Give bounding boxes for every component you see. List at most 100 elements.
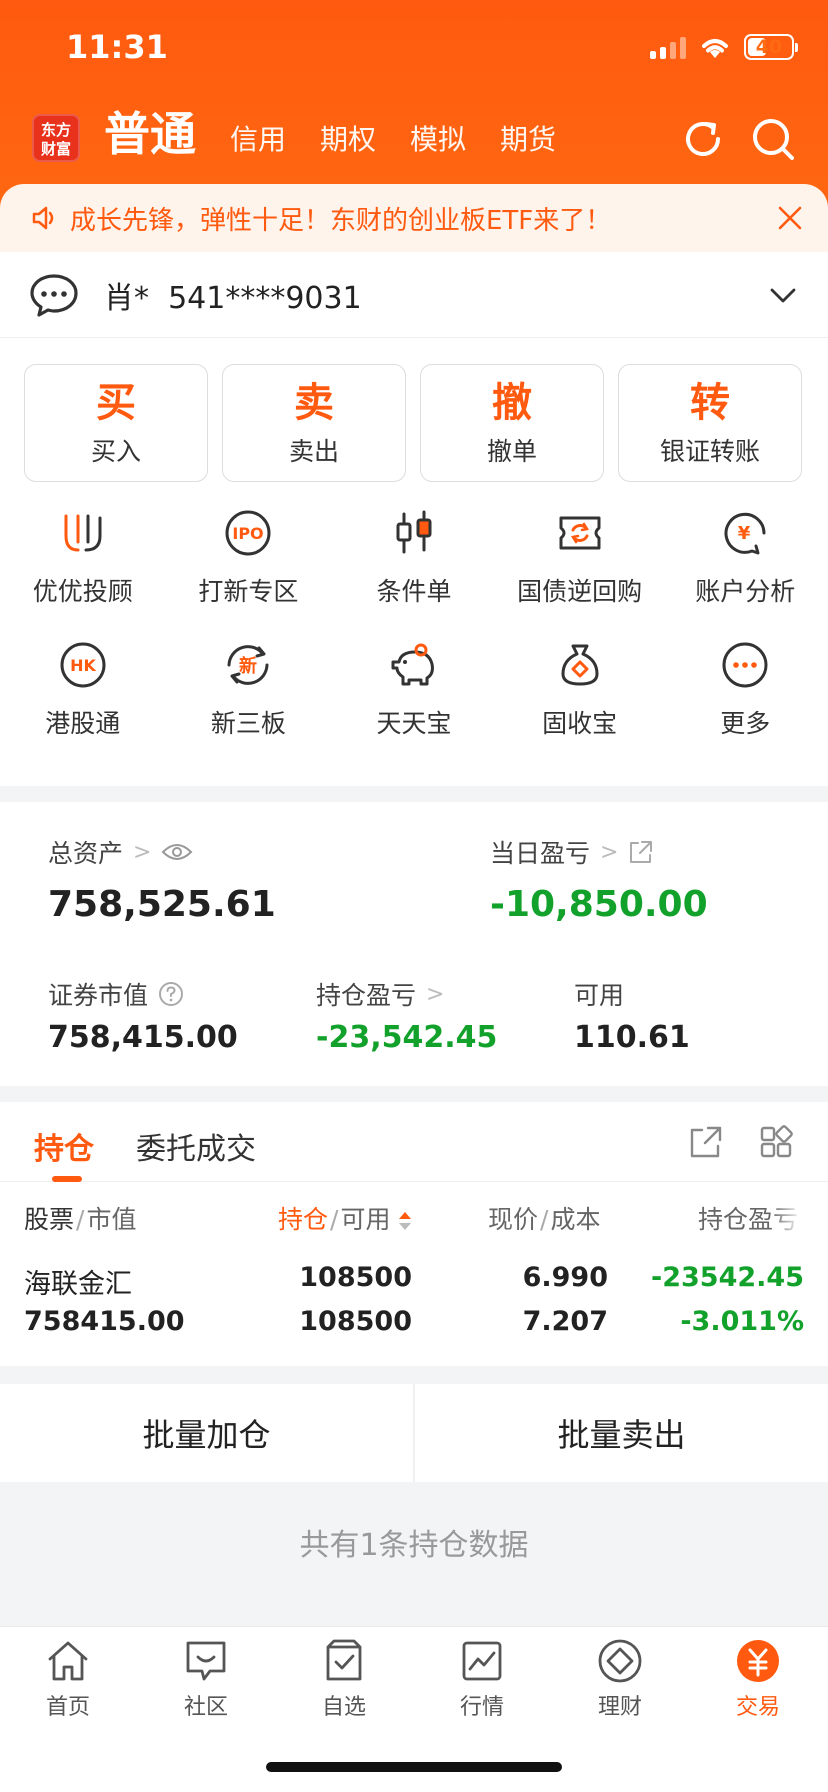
market-value: 758,415.00 [48, 1020, 238, 1055]
batch-sell-button[interactable]: 批量卖出 [415, 1384, 828, 1482]
total-assets-link[interactable]: 总资产 > [48, 834, 193, 870]
hk-icon: HK [60, 642, 106, 688]
grid-view-icon[interactable] [758, 1124, 794, 1160]
feature-grid: 优优投顾 IPO 打新专区 条件单 国债逆回购 ¥ 账户分析 HK 港股通 新 … [0, 506, 828, 740]
mode-tab-normal[interactable]: 普通 [104, 104, 196, 164]
cancel-char: 撤 [492, 380, 532, 426]
chat-bubble-icon [30, 273, 78, 317]
home-indicator[interactable] [266, 1762, 562, 1772]
home-icon [48, 1641, 88, 1681]
community-icon [186, 1641, 226, 1681]
feature-label: 固收宝 [542, 709, 618, 738]
buy-label: 买入 [90, 437, 141, 466]
close-icon[interactable] [774, 202, 806, 234]
feature-label: 新三板 [210, 709, 286, 738]
tab-orders[interactable]: 委托成交 [136, 1124, 256, 1168]
daily-pl-link[interactable]: 当日盈亏 > [490, 834, 654, 870]
active-tab-indicator [52, 1176, 82, 1182]
trade-icon [737, 1640, 779, 1682]
ipo-icon: IPO [225, 510, 271, 556]
feature-label: 优优投顾 [32, 577, 133, 606]
col-header-stock: 股票/市值 [24, 1205, 137, 1234]
share-icon[interactable] [628, 839, 654, 865]
market-icon [462, 1641, 502, 1681]
available-label-group: 可用 [574, 976, 624, 1012]
nav-trade[interactable]: 交易 [708, 1637, 808, 1721]
total-assets-value: 758,525.61 [48, 884, 276, 925]
feature-hk-connect[interactable]: HK 港股通 [0, 638, 166, 740]
nav-community[interactable]: 社区 [156, 1637, 256, 1721]
account-mode-tabs: 普通 信用 期权 模拟 期货 [104, 104, 556, 164]
cancel-order-button[interactable]: 撤 撤单 [420, 364, 604, 482]
export-icon[interactable] [688, 1124, 724, 1160]
stock-market-value: 758415.00 [24, 1306, 185, 1337]
account-analysis-icon: ¥ [724, 512, 766, 555]
feature-label: 打新专区 [198, 577, 299, 606]
col-cost: 成本 [550, 1205, 601, 1234]
refresh-icon[interactable] [680, 116, 726, 162]
feature-ipo[interactable]: IPO 打新专区 [166, 506, 332, 608]
nav-watchlist[interactable]: 自选 [294, 1637, 394, 1721]
mode-tab-credit[interactable]: 信用 [230, 116, 286, 164]
col-stock: 股票 [24, 1205, 75, 1234]
nav-label: 首页 [45, 1695, 90, 1720]
youyou-icon [64, 514, 102, 552]
feature-gushoubao[interactable]: 固收宝 [497, 638, 663, 740]
search-icon[interactable] [750, 116, 796, 162]
sell-button[interactable]: 卖 卖出 [222, 364, 406, 482]
feature-youyou[interactable]: 优优投顾 [0, 506, 166, 608]
chevron-right-icon: > [133, 839, 152, 865]
ipo-icon-text: IPO [233, 524, 264, 543]
feature-label: 天天宝 [376, 709, 452, 738]
position-pl-link[interactable]: 持仓盈亏 > [316, 976, 444, 1012]
wifi-icon [702, 39, 728, 58]
account-selector[interactable]: 肖* 541****9031 [0, 252, 828, 338]
feature-reverse-repo[interactable]: 国债逆回购 [497, 506, 663, 608]
logo-text: 东方 财富 [40, 121, 71, 158]
status-icons: 40 [650, 34, 798, 60]
help-icon[interactable] [158, 981, 184, 1007]
feature-label: 账户分析 [695, 577, 796, 606]
col-header-price: 现价/成本 [488, 1205, 601, 1234]
tab-positions[interactable]: 持仓 [34, 1124, 94, 1168]
feature-label: 港股通 [45, 709, 121, 738]
col-header-position[interactable]: 持仓/可用 [278, 1200, 412, 1236]
trade-buttons: 买 买入 卖 卖出 撤 撤单 转 银证转账 [24, 364, 802, 482]
mode-tab-simulation[interactable]: 模拟 [410, 116, 466, 164]
chevron-right-icon: > [426, 981, 445, 1007]
holdings-count: 共有1条持仓数据 [299, 1528, 529, 1563]
col-market-value: 市值 [86, 1205, 137, 1234]
new-board-icon: 新 [227, 645, 269, 685]
feature-new-third-board[interactable]: 新 新三板 [166, 638, 332, 740]
feature-tiantianbao[interactable]: 天天宝 [331, 638, 497, 740]
feature-conditional-order[interactable]: 条件单 [331, 506, 497, 608]
hk-icon-text: HK [70, 656, 96, 675]
market-value-label: 证券市值 [48, 981, 149, 1010]
nav-label: 行情 [459, 1695, 504, 1720]
feature-more[interactable]: 更多 [662, 638, 828, 740]
bank-transfer-button[interactable]: 转 银证转账 [618, 364, 802, 482]
nav-market[interactable]: 行情 [432, 1637, 532, 1721]
stock-name: 海联金汇 [24, 1269, 132, 1300]
mode-tab-futures[interactable]: 期货 [500, 116, 556, 164]
mode-tab-options[interactable]: 期权 [320, 116, 376, 164]
feature-account-analysis[interactable]: ¥ 账户分析 [662, 506, 828, 608]
stock-available: 108500 [299, 1306, 412, 1337]
eye-icon[interactable] [161, 841, 193, 863]
col-price: 现价 [488, 1205, 539, 1234]
chevron-down-icon[interactable] [768, 280, 798, 310]
battery-icon: 40 [744, 34, 798, 60]
batch-add-button[interactable]: 批量加仓 [0, 1384, 413, 1482]
col-header-pl: 持仓盈亏 [698, 1200, 802, 1236]
banner-text: 成长先锋，弹性十足！东财的创业板ETF来了！ [70, 205, 612, 236]
stock-price: 6.990 [522, 1262, 608, 1293]
transfer-label: 银证转账 [659, 437, 760, 466]
buy-button[interactable]: 买 买入 [24, 364, 208, 482]
nav-home[interactable]: 首页 [18, 1637, 118, 1721]
promo-banner[interactable]: 成长先锋，弹性十足！东财的创业板ETF来了！ [0, 184, 828, 252]
nav-wealth[interactable]: 理财 [570, 1637, 670, 1721]
stock-position: 108500 [299, 1262, 412, 1293]
new-icon-text: 新 [239, 655, 257, 677]
status-time: 11:31 [66, 28, 168, 66]
wealth-icon [598, 1639, 642, 1683]
